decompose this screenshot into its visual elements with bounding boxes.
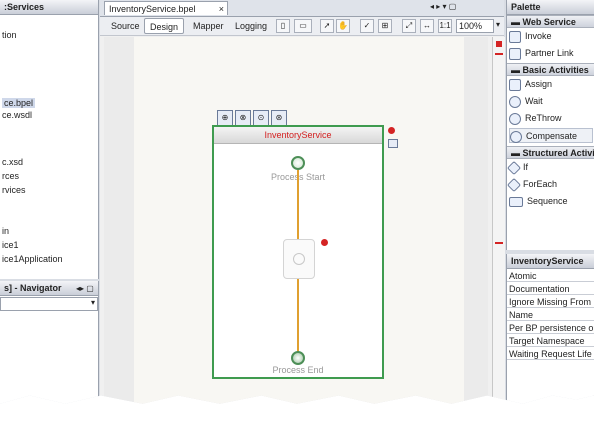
category-structured-activities[interactable]: ▬ Structured Activi [507, 146, 594, 159]
properties-title: InventoryService [507, 254, 594, 269]
tab-mapper[interactable]: Mapper [188, 18, 229, 34]
error-icon[interactable] [388, 127, 395, 134]
comment-icon[interactable] [388, 139, 398, 148]
editor-tabbar: InventoryService.bpel × ◂ ▸ ▾ ▢ [100, 0, 504, 17]
palette-item-rethrow[interactable]: ReThrow [509, 111, 593, 126]
error-stripe [492, 37, 505, 404]
error-icon[interactable] [321, 239, 328, 246]
property-row[interactable]: Ignore Missing From D [507, 296, 594, 308]
process-scope[interactable]: InventoryService Process Start Process E… [212, 125, 384, 379]
property-row[interactable]: Waiting Request Life S [507, 348, 594, 360]
validate-icon[interactable]: ✓ [360, 19, 374, 33]
layout-icon[interactable]: ⊞ [378, 19, 392, 33]
fit-width-icon[interactable]: ↔ [420, 19, 434, 33]
editor-toolbar: Source Design Mapper Logging ▯ ▭ ➚ ✋ ✓ ⊞… [100, 17, 504, 36]
tree-item[interactable]: rvices [2, 185, 26, 195]
zoom-select[interactable]: 100% [456, 19, 494, 33]
palette-item-assign[interactable]: Assign [509, 77, 593, 92]
rethrow-icon [509, 112, 521, 125]
property-row[interactable]: Per BP persistence op [507, 322, 594, 334]
tree-item-selected[interactable]: ce.bpel [2, 98, 36, 108]
tree-item[interactable]: ice1Application [2, 254, 63, 264]
palette-item-if[interactable]: If [506, 160, 593, 175]
add-correlation-icon[interactable]: ⊗ [235, 110, 251, 126]
property-row[interactable]: Documentation [507, 283, 594, 295]
fit-diagram-icon[interactable]: ⤢ [402, 19, 416, 33]
process-end-node[interactable] [291, 351, 305, 365]
palette-item-foreach[interactable]: ForEach [506, 177, 593, 192]
toggle-partner-icon[interactable]: ▭ [294, 19, 312, 33]
palette-item-wait[interactable]: Wait [509, 94, 593, 109]
chevron-down-icon[interactable]: ▾ [496, 20, 500, 29]
error-marker[interactable] [495, 242, 503, 244]
actual-size-icon[interactable]: 1:1 [438, 19, 452, 33]
doc-tab-label: InventoryService.bpel [109, 4, 196, 14]
services-panel-title: :Services [0, 0, 98, 15]
navigator-dropdown[interactable]: ▾ [0, 297, 98, 311]
placeholder-target-icon [293, 253, 305, 265]
tree-item[interactable]: c.xsd [2, 157, 23, 167]
error-marker[interactable] [496, 41, 502, 47]
toggle-frame-icon[interactable]: ▯ [276, 19, 290, 33]
tab-design[interactable]: Design [144, 18, 185, 34]
chevron-down-icon: ▾ [90, 298, 95, 307]
close-icon[interactable]: × [219, 2, 224, 16]
wait-icon [509, 95, 521, 108]
category-web-service[interactable]: ▬ Web Service [507, 15, 594, 28]
process-title: InventoryService [214, 127, 382, 144]
tree-item[interactable]: in [2, 226, 9, 236]
bpel-editor: InventoryService.bpel × ◂ ▸ ▾ ▢ Source D… [100, 0, 505, 404]
palette-item-sequence[interactable]: Sequence [509, 194, 593, 209]
navigator-panel: s] - Navigator ◂▸ ▢ ▾ [0, 281, 99, 404]
error-marker[interactable] [495, 53, 503, 55]
invoke-icon [509, 30, 521, 43]
palette-item-invoke[interactable]: Invoke [509, 29, 593, 44]
tree-item[interactable]: tion [2, 30, 17, 40]
services-panel: :Services tion ce.bpel ce.wsdl c.xsd rce… [0, 0, 99, 279]
design-canvas[interactable]: ⊕ ⊗ ⊙ ⊛ InventoryService Process Start P… [134, 37, 464, 404]
tab-nav-icons[interactable]: ◂ ▸ ▾ ▢ [430, 2, 456, 11]
compensate-icon [510, 130, 522, 143]
design-canvas-area: ⊕ ⊗ ⊙ ⊛ InventoryService Process Start P… [104, 37, 488, 404]
tree-item[interactable]: ce.wsdl [2, 110, 32, 120]
hand-tool-icon[interactable]: ✋ [336, 19, 350, 33]
add-message-icon[interactable]: ⊙ [253, 110, 269, 126]
select-pointer-icon[interactable]: ➚ [320, 19, 334, 33]
zoom-value: 100% [459, 21, 483, 31]
property-row[interactable]: Name [507, 309, 594, 321]
property-row[interactable]: Atomic [507, 270, 594, 282]
partner-link-icon [509, 47, 521, 60]
panel-controls-icon[interactable]: ◂▸ ▢ [76, 284, 94, 293]
process-start-node[interactable] [291, 156, 305, 170]
tab-logging[interactable]: Logging [230, 18, 272, 34]
add-handler-icon[interactable]: ⊛ [271, 110, 287, 126]
doc-tab[interactable]: InventoryService.bpel × [104, 1, 228, 15]
ide-window: :Services tion ce.bpel ce.wsdl c.xsd rce… [0, 0, 594, 404]
palette-title: Palette [507, 0, 594, 15]
drop-placeholder[interactable] [283, 239, 315, 279]
foreach-icon [506, 177, 522, 192]
properties-panel: InventoryService Atomic Documentation Ig… [506, 254, 594, 404]
add-variable-icon[interactable]: ⊕ [217, 110, 233, 126]
tree-item[interactable]: rces [2, 171, 19, 181]
property-row[interactable]: Target Namespace [507, 335, 594, 347]
category-basic-activities[interactable]: ▬ Basic Activities [507, 63, 594, 76]
process-end-label: Process End [272, 365, 324, 375]
sequence-icon [509, 196, 523, 207]
if-icon [506, 160, 522, 175]
tree-item[interactable]: ice1 [2, 240, 19, 250]
assign-icon [509, 78, 521, 91]
palette-panel: Palette ▬ Web Service Invoke Partner Lin… [506, 0, 594, 250]
tab-source[interactable]: Source [106, 18, 145, 34]
palette-item-compensate[interactable]: Compensate [509, 128, 593, 143]
palette-item-partner-link[interactable]: Partner Link [509, 46, 593, 61]
